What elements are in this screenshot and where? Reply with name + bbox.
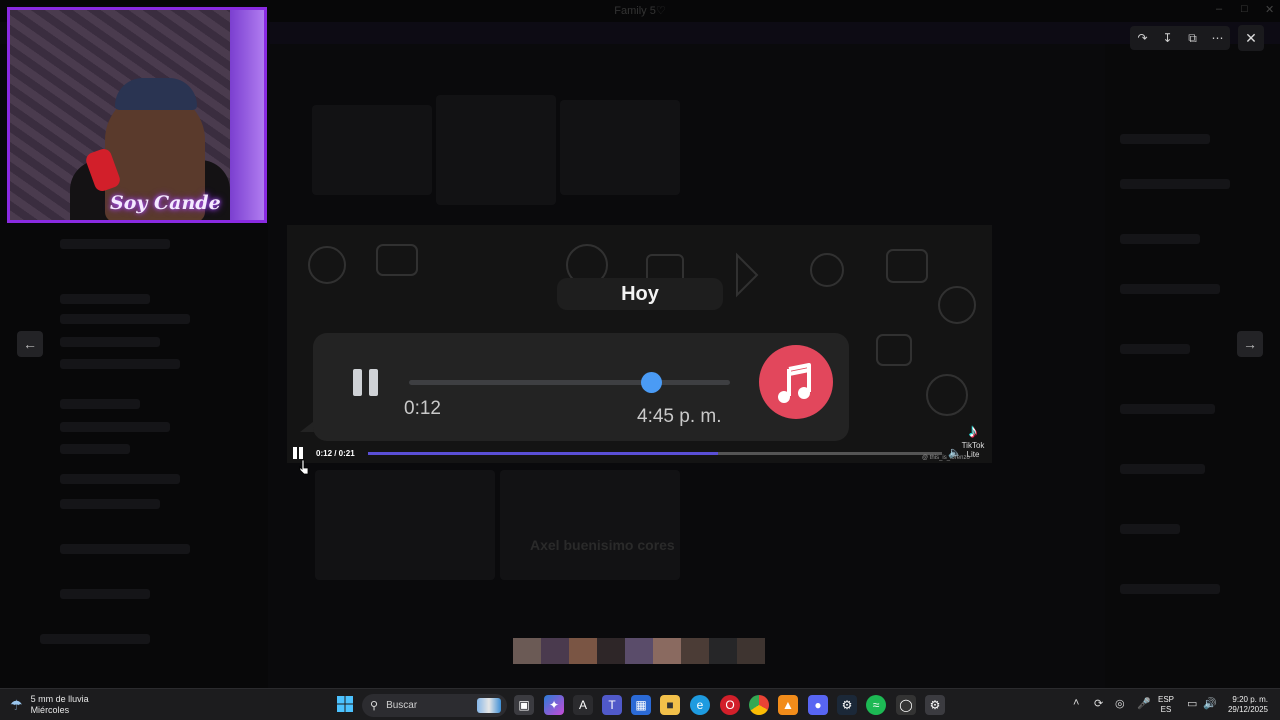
close-viewer-button[interactable]: ✕ — [1238, 25, 1264, 51]
steam-icon[interactable]: ⚙ — [837, 695, 857, 715]
date-chip: Hoy — [557, 278, 723, 310]
next-media-button[interactable]: → — [1237, 331, 1263, 357]
store-icon[interactable]: ▦ — [631, 695, 651, 715]
tiktok-logo-icon: ♪ — [968, 421, 978, 441]
video-seek-bar[interactable] — [368, 452, 942, 455]
mouse-cursor-icon — [299, 459, 309, 475]
edge-icon[interactable]: e — [690, 695, 710, 715]
media-thumbnail-strip[interactable] — [513, 638, 765, 664]
background-banner — [270, 22, 1280, 44]
video-seek-fill — [368, 452, 719, 455]
task-view-icon[interactable]: ▣ — [514, 695, 534, 715]
background-thumbnail — [500, 470, 680, 580]
background-thumbnail — [312, 105, 432, 195]
clock-time: 9:20 p. m. — [1232, 695, 1268, 704]
audio-elapsed-time: 0:12 — [404, 398, 441, 419]
tiktok-handle: @ this_is_lorenzo — [922, 455, 970, 461]
weather-widget[interactable]: ☂ 5 mm de lluvia Miércoles — [10, 694, 89, 716]
chrome-icon[interactable] — [749, 695, 769, 715]
language-code: ESP — [1158, 695, 1175, 704]
background-caption: Axel buenisimo cores — [530, 537, 675, 553]
language-indicator[interactable]: ESP ES — [1158, 695, 1174, 715]
audio-message-timestamp: 4:45 p. m. — [637, 406, 722, 427]
display-icon[interactable]: ▭ — [1187, 697, 1197, 710]
taskbar: ☂ 5 mm de lluvia Miércoles ⚲ Buscar ▣ ✦ … — [0, 688, 1280, 720]
keyboard-layout: ES — [1160, 705, 1172, 714]
system-clock[interactable]: 9:20 p. m. 29/12/2025 — [1222, 695, 1268, 715]
start-icon[interactable] — [335, 695, 355, 715]
music-avatar — [759, 345, 833, 419]
weather-line-2: Miércoles — [30, 705, 70, 715]
audio-progress-knob[interactable] — [641, 372, 662, 393]
search-highlight-image — [477, 698, 501, 713]
settings-icon[interactable]: ⚙ — [925, 695, 945, 715]
maximize-icon[interactable]: □ — [1241, 3, 1248, 15]
pause-icon — [293, 447, 297, 459]
webcam-overlay: Soy Cande — [7, 7, 267, 223]
spotify-icon[interactable]: ≈ — [866, 695, 886, 715]
copilot-icon[interactable]: ✦ — [544, 695, 564, 715]
weather-line-1: 5 mm de lluvia — [30, 694, 89, 704]
previous-media-button[interactable]: ← — [17, 331, 43, 357]
forward-icon[interactable]: ↷ — [1131, 31, 1155, 45]
opera-icon[interactable]: O — [720, 695, 740, 715]
video-time: 0:12 / 0:21 — [316, 449, 355, 458]
tray-app-icon[interactable]: ◎ — [1115, 697, 1125, 710]
clock-date: 29/12/2025 — [1227, 705, 1268, 714]
taskbar-search-label: Buscar — [386, 700, 418, 711]
audio-pause-button[interactable] — [353, 369, 381, 396]
tiktok-watermark: ♪ TikTok Lite — [958, 421, 988, 459]
background-thumbnail — [560, 100, 680, 195]
background-thumbnail — [436, 95, 556, 205]
viewer-toolbar: ↷ ↧ ⧉ ⋯ — [1130, 26, 1230, 50]
app-orange-icon[interactable]: ▲ — [778, 695, 798, 715]
more-icon[interactable]: ⋯ — [1206, 31, 1230, 45]
streamer-logo: Soy Cande — [110, 192, 221, 214]
open-external-icon[interactable]: ⧉ — [1181, 31, 1205, 46]
background-member-list — [1105, 44, 1280, 688]
search-icon: ⚲ — [370, 700, 379, 712]
tiktok-watermark-text: TikTok — [961, 441, 985, 450]
app-circle-icon[interactable]: ◯ — [896, 695, 916, 715]
app-icon[interactable]: A — [573, 695, 593, 715]
minimize-icon[interactable]: – — [1216, 3, 1222, 15]
download-icon[interactable]: ↧ — [1156, 31, 1180, 45]
chevron-up-icon[interactable]: ˄ — [1073, 697, 1079, 709]
discord-icon[interactable]: ● — [808, 695, 828, 715]
background-thumbnail — [315, 470, 495, 580]
microphone-icon[interactable]: 🎤 — [1137, 697, 1151, 710]
taskbar-search[interactable]: ⚲ Buscar — [362, 694, 507, 717]
music-note-icon — [778, 363, 811, 403]
speaker-icon[interactable]: 🔊 — [1203, 697, 1217, 710]
rain-cloud-icon: ☂ — [10, 696, 23, 713]
file-explorer-icon[interactable]: ■ — [660, 695, 680, 715]
window-close-icon[interactable]: ✕ — [1265, 3, 1274, 16]
audio-progress-track[interactable] — [409, 380, 730, 385]
teams-icon[interactable]: T — [602, 695, 622, 715]
pause-icon — [353, 369, 362, 396]
sync-icon[interactable]: ⟳ — [1094, 697, 1103, 710]
